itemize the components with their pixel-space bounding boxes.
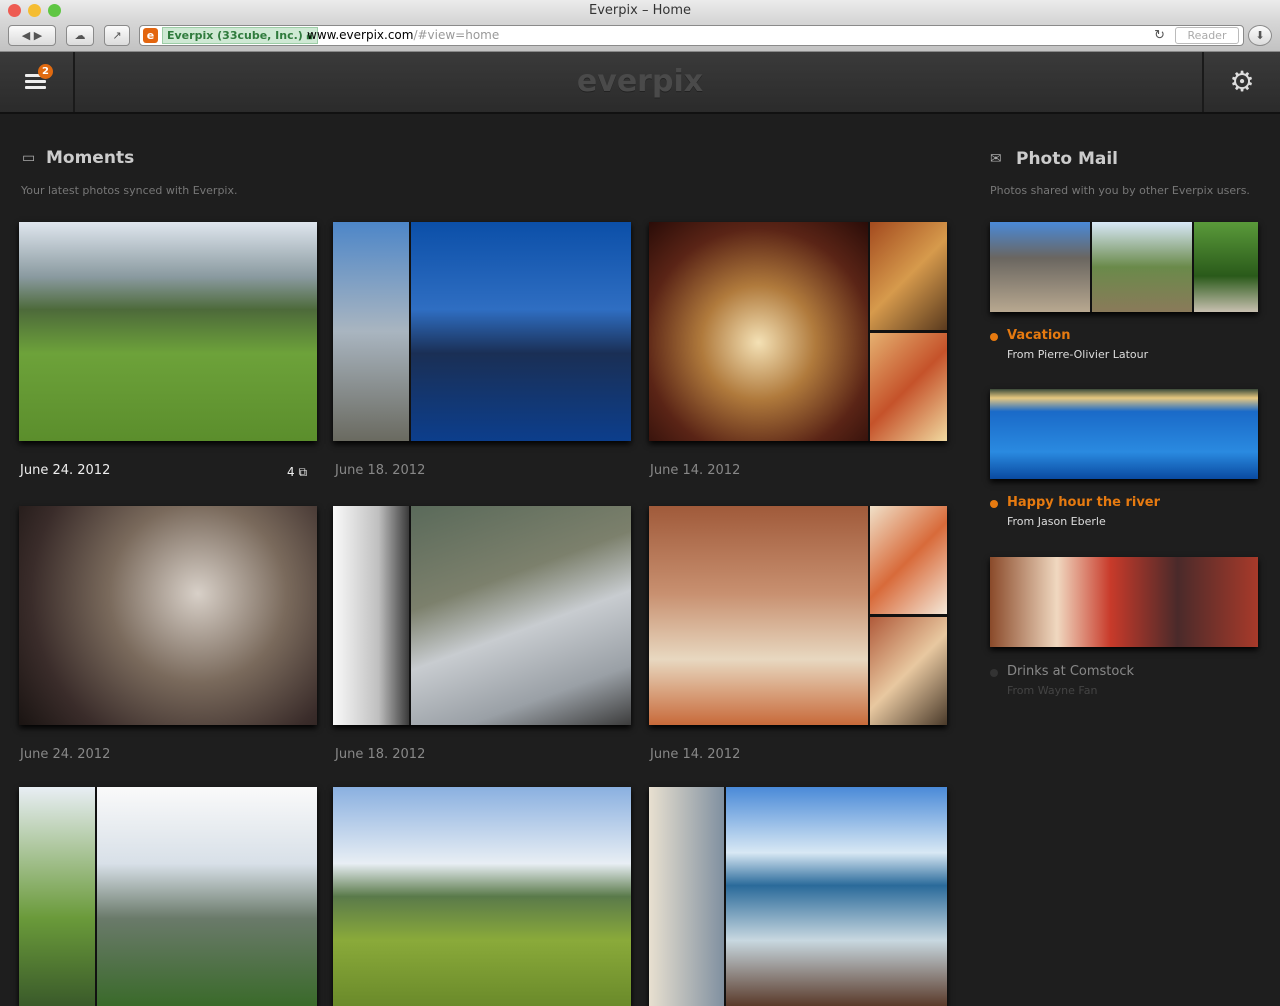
moment-tile[interactable] xyxy=(19,222,317,441)
close-button[interactable] xyxy=(8,4,21,17)
moment-tile[interactable] xyxy=(19,506,317,725)
reload-icon[interactable]: ↻ xyxy=(1154,26,1165,45)
moment-tile[interactable] xyxy=(19,787,317,1006)
moments-subtitle: Your latest photos synced with Everpix. xyxy=(21,184,238,197)
moment-date: June 14. 2012 xyxy=(650,463,741,478)
moment-date: June 14. 2012 xyxy=(650,747,741,762)
moments-icon: ▭ xyxy=(22,150,36,166)
everpix-logo[interactable]: everpix xyxy=(0,64,1280,99)
downloads-button[interactable]: ⬇ xyxy=(1248,25,1272,46)
mail-icon: ✉ xyxy=(990,151,1002,167)
icloud-tabs-button[interactable]: ☁ xyxy=(66,25,94,46)
photo-mail-title: Photo Mail xyxy=(1016,149,1119,169)
unread-dot xyxy=(990,500,998,508)
photo-mail-item-title[interactable]: Happy hour the river xyxy=(1007,495,1160,510)
photo-mail-thumbnail[interactable] xyxy=(990,557,1258,647)
photo-mail-item-title[interactable]: Drinks at Comstock xyxy=(1007,664,1134,679)
photo-count: 4 ⧉ xyxy=(287,465,307,480)
unread-dot xyxy=(990,333,998,341)
photo-mail-item-sender: From Wayne Fan xyxy=(1007,684,1098,697)
browser-toolbar: ◀ ▶ ☁ ↗ e Everpix (33cube, Inc.) 🔒︎ www.… xyxy=(0,22,1280,52)
url-path: /#view=home xyxy=(413,28,500,42)
app-header: 2 everpix ⚙ xyxy=(0,52,1280,114)
ev-label: Everpix (33cube, Inc.) xyxy=(167,29,303,42)
photo-mail-item-sender: From Jason Eberle xyxy=(1007,515,1106,528)
url-text[interactable]: www.everpix.com/#view=home xyxy=(307,26,499,45)
read-dot xyxy=(990,669,998,677)
zoom-button[interactable] xyxy=(48,4,61,17)
reader-button[interactable]: Reader xyxy=(1175,27,1239,44)
stack-icon: ⧉ xyxy=(298,465,308,479)
moment-date: June 24. 2012 xyxy=(20,463,111,478)
moment-tile[interactable] xyxy=(649,506,947,725)
site-favicon: e xyxy=(143,28,158,43)
settings-gear-icon[interactable]: ⚙ xyxy=(1202,52,1280,112)
moment-date: June 18. 2012 xyxy=(335,747,426,762)
window-titlebar: Everpix – Home xyxy=(0,0,1280,22)
photo-mail-thumbnail[interactable] xyxy=(990,389,1258,479)
moment-date: June 18. 2012 xyxy=(335,463,426,478)
photo-mail-item-sender: From Pierre-Olivier Latour xyxy=(1007,348,1149,361)
photo-mail-subtitle: Photos shared with you by other Everpix … xyxy=(990,184,1250,197)
moment-tile[interactable] xyxy=(649,222,947,441)
window-title: Everpix – Home xyxy=(589,3,691,18)
photo-count-value: 4 xyxy=(287,465,295,479)
moment-tile[interactable] xyxy=(333,222,631,441)
photo-mail-item-title[interactable]: Vacation xyxy=(1007,328,1070,343)
minimize-button[interactable] xyxy=(28,4,41,17)
moment-tile[interactable] xyxy=(333,506,631,725)
url-host: www.everpix.com xyxy=(307,28,414,42)
photo-mail-thumbnail[interactable] xyxy=(990,222,1258,312)
ev-certificate-badge[interactable]: Everpix (33cube, Inc.) 🔒︎ xyxy=(162,27,318,44)
moment-date: June 24. 2012 xyxy=(20,747,111,762)
moment-tile[interactable] xyxy=(649,787,947,1006)
moments-title: Moments xyxy=(46,148,135,168)
share-button[interactable]: ↗ xyxy=(104,25,130,46)
window-controls xyxy=(8,4,61,17)
moment-tile[interactable] xyxy=(333,787,631,1006)
address-bar[interactable]: e Everpix (33cube, Inc.) 🔒︎ www.everpix.… xyxy=(139,25,1244,46)
back-forward-buttons[interactable]: ◀ ▶ xyxy=(8,25,56,46)
